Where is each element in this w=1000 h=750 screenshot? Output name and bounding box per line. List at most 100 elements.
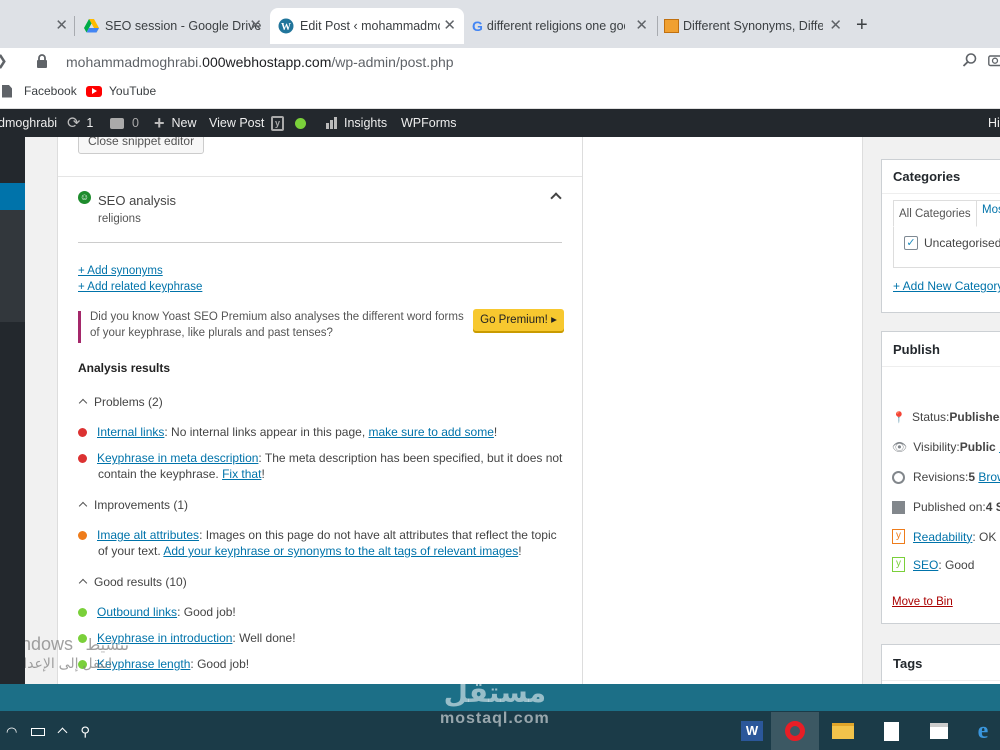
url-path: /wp-admin/post.php: [331, 54, 454, 70]
seo-status-dot: [295, 117, 306, 129]
new-tab-button[interactable]: +: [856, 13, 868, 37]
mostaql-watermark: مستقل mostaql.com: [440, 675, 550, 727]
status-row: 📍 Status: Published: [892, 410, 1000, 424]
seo-analysis-header[interactable]: ☺ SEO analysis religions: [78, 191, 562, 231]
checkbox-checked-icon[interactable]: ✓: [904, 236, 918, 250]
result-text: : Good job!: [190, 657, 250, 671]
activate-windows-settings: انتقل إلى الإعدادات: [25, 655, 113, 671]
bookmark-youtube[interactable]: YouTube: [86, 84, 156, 98]
result-fix-link[interactable]: Add your keyphrase or synonyms to the al…: [163, 544, 518, 558]
tab-partial[interactable]: ✕: [0, 8, 74, 44]
file-explorer-icon[interactable]: [819, 712, 867, 750]
seo-link[interactable]: SEO: [913, 558, 938, 572]
result-fix-link[interactable]: Fix that: [222, 467, 261, 481]
close-tab-icon[interactable]: ✕: [635, 18, 648, 34]
comments-link[interactable]: 0: [110, 109, 139, 137]
lock-icon[interactable]: [36, 54, 48, 68]
tab-title: Different Synonyms, Differe: [683, 19, 823, 33]
readability-link[interactable]: Readability: [913, 530, 972, 544]
updates-icon: ⟳: [67, 115, 81, 132]
browser-tab-bar: ✕ SEO session - Google Drive ✕ W Edit Po…: [0, 0, 1000, 48]
people-icon[interactable]: ⚲: [80, 724, 90, 740]
system-tray: ◠ ⚲: [0, 718, 90, 746]
svg-text:W: W: [281, 22, 291, 33]
bookmark-label: YouTube: [109, 84, 157, 98]
section-divider: [58, 176, 582, 177]
result-text: !: [261, 467, 265, 481]
comments-count: 0: [132, 116, 139, 130]
site-name[interactable]: dmoghrabi: [0, 109, 57, 137]
good-results-toggle[interactable]: Good results (10): [78, 575, 187, 589]
add-synonyms-link[interactable]: + Add synonyms: [78, 265, 163, 277]
result-link[interactable]: Image alt attributes: [97, 528, 199, 542]
close-tab-icon[interactable]: ✕: [829, 18, 842, 34]
wpforms-link[interactable]: WPForms: [401, 109, 457, 137]
improvement-bullet: [78, 531, 87, 541]
edge-icon[interactable]: e: [963, 712, 1000, 750]
result-item: Internal links: No internal links appear…: [78, 425, 497, 439]
seo-value: : Good: [938, 557, 975, 572]
chevron-up-icon[interactable]: [57, 727, 68, 737]
problems-toggle[interactable]: Problems (2): [78, 395, 163, 409]
add-related-keyphrase-link[interactable]: + Add related keyphrase: [78, 281, 202, 293]
result-link[interactable]: Outbound links: [97, 605, 177, 619]
battery-icon[interactable]: [31, 728, 46, 736]
notepad-icon[interactable]: [867, 712, 915, 750]
result-link[interactable]: Internal links: [97, 425, 164, 439]
result-link[interactable]: Keyphrase in meta description: [97, 451, 258, 465]
sidebar-submenu: [0, 210, 25, 322]
seo-analysis-title: SEO analysis: [98, 193, 177, 208]
result-item: Image alt attributes: Images on this pag…: [78, 528, 557, 542]
updates-link[interactable]: ⟳ 1: [67, 109, 93, 137]
howdy-link[interactable]: Hi: [988, 109, 1000, 137]
close-tab-icon[interactable]: ✕: [249, 18, 262, 34]
address-bar: ❯ mohammadmoghrabi.000webhostapp.com/wp-…: [0, 48, 1000, 78]
wifi-icon[interactable]: ◠: [6, 724, 17, 740]
move-to-bin-link[interactable]: Move to Bin: [892, 596, 953, 608]
plus-icon: +: [154, 112, 165, 133]
camera-icon[interactable]: [988, 53, 1000, 67]
categories-title[interactable]: Categories: [882, 160, 1000, 194]
insights-label: Insights: [344, 116, 388, 130]
close-tab-icon[interactable]: ✕: [55, 18, 68, 34]
yoast-menu[interactable]: y: [271, 109, 306, 137]
yoast-seo-icon: y: [892, 557, 905, 572]
insights-link[interactable]: Insights: [326, 109, 387, 137]
updates-count: 1: [86, 116, 94, 130]
improvements-toggle[interactable]: Improvements (1): [78, 498, 188, 512]
opera-app-icon[interactable]: [771, 712, 819, 750]
browse-revisions-link[interactable]: Brow: [978, 470, 1000, 484]
watermark-english: mostaql.com: [440, 710, 550, 727]
back-icon[interactable]: ❯: [0, 52, 8, 69]
bookmark-facebook[interactable]: Facebook: [2, 84, 77, 98]
tab-all-categories[interactable]: All Categories: [893, 200, 977, 227]
category-item[interactable]: ✓ Uncategorised: [904, 236, 1000, 250]
tab-edit-post[interactable]: W Edit Post ‹ mohammadmog ✕: [270, 8, 464, 44]
publish-title[interactable]: Publish: [882, 332, 1000, 367]
sidebar-active-item[interactable]: [0, 183, 25, 210]
add-new-category-link[interactable]: + Add New Category: [893, 279, 1000, 293]
chevron-up-icon: [78, 578, 88, 588]
url-field[interactable]: mohammadmoghrabi.000webhostapp.com/wp-ad…: [66, 52, 454, 72]
tab-google-drive[interactable]: SEO session - Google Drive ✕: [76, 8, 270, 44]
word-app-icon[interactable]: W: [733, 712, 771, 750]
close-tab-icon[interactable]: ✕: [443, 18, 456, 34]
new-content-link[interactable]: + New: [154, 109, 197, 137]
bookmarks-bar: Facebook YouTube: [0, 78, 1000, 109]
tab-most-used[interactable]: Mos: [982, 204, 1000, 216]
result-text: : The meta description has been specifie…: [258, 451, 563, 465]
activate-windows-text: Windows: [25, 634, 74, 654]
result-fix-link[interactable]: make sure to add some: [369, 425, 494, 439]
tab-separator: [74, 16, 75, 36]
zoom-icon[interactable]: [962, 52, 978, 68]
tab-synonyms[interactable]: Different Synonyms, Differe ✕: [660, 8, 850, 44]
tags-title[interactable]: Tags: [882, 645, 1000, 681]
close-snippet-editor-button[interactable]: Close snippet editor: [78, 137, 205, 154]
view-post-link[interactable]: View Post: [209, 109, 264, 137]
yoast-seo-metabox: Close snippet editor ☺ SEO analysis reli…: [57, 137, 583, 684]
go-premium-button[interactable]: Go Premium! ▸: [473, 309, 564, 333]
tab-title: SEO session - Google Drive: [105, 19, 262, 33]
chevron-up-icon[interactable]: [550, 192, 562, 204]
tab-google-search[interactable]: G different religions one god ✕: [464, 8, 656, 44]
store-icon[interactable]: [915, 712, 963, 750]
